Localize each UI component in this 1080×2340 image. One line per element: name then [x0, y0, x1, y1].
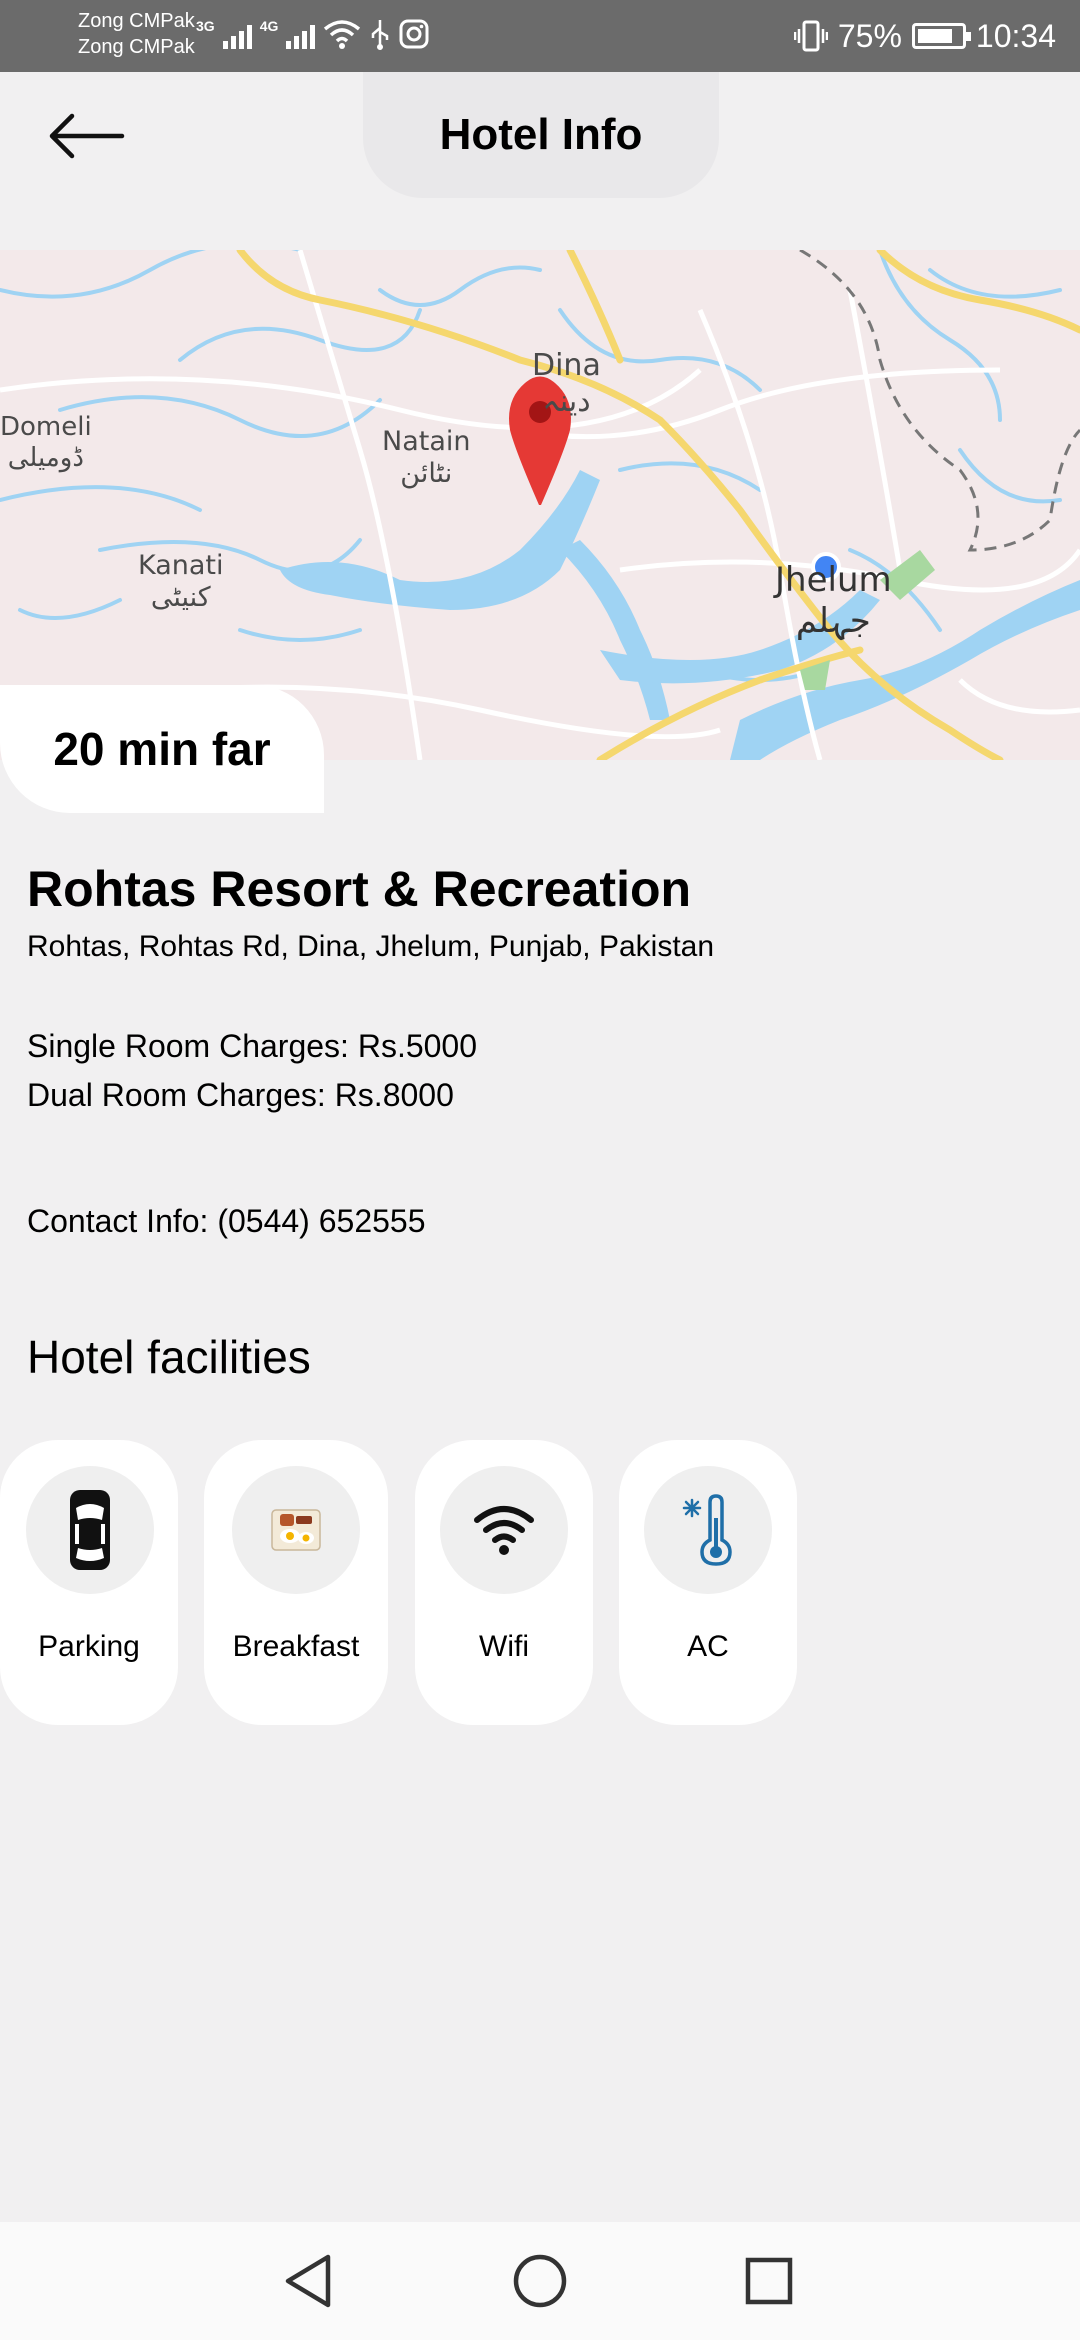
travel-time-card: 20 min far [0, 685, 324, 813]
network-3g-label: 3G [196, 18, 215, 34]
map-label-kanati: Kanati کنیٹی [138, 550, 224, 614]
signal-bars-icon [286, 19, 316, 49]
status-right: 75% 10:34 [793, 0, 1056, 72]
thermometer-snowflake-icon [682, 1494, 732, 1566]
single-room-charges: Single Room Charges: Rs.5000 [27, 1028, 478, 1064]
facility-icon-circle [26, 1466, 154, 1594]
wifi-status-icon [324, 20, 361, 49]
breakfast-icon [271, 1509, 321, 1551]
facility-label: Parking [38, 1630, 140, 1663]
facility-icon-circle [232, 1466, 360, 1594]
instagram-icon [399, 19, 429, 49]
vibrate-icon [793, 20, 828, 52]
facility-icon-circle [440, 1466, 568, 1594]
facility-icon-circle [644, 1466, 772, 1594]
clock: 10:34 [975, 17, 1056, 54]
usb-icon [372, 20, 389, 50]
triangle-back-icon [285, 2254, 331, 2308]
facilities-title: Hotel facilities [27, 1331, 311, 1383]
map-view[interactable]: Dina دینہ Domeli ڈومیلی Natain نٹائن Kan… [0, 250, 1080, 760]
facility-label: Breakfast [232, 1630, 360, 1663]
facility-wifi[interactable]: Wifi [415, 1440, 593, 1725]
hotel-name: Rohtas Resort & Recreation [27, 861, 692, 917]
page-title: Hotel Info [439, 110, 643, 159]
square-recents-icon [745, 2257, 793, 2305]
nav-recents-button[interactable] [734, 2246, 804, 2316]
contact-info[interactable]: Contact Info: (0544) 652555 [27, 1203, 426, 1240]
facility-label: AC [687, 1630, 729, 1663]
signal-bars-icon [222, 19, 252, 49]
arrow-left-icon [49, 113, 125, 159]
system-nav-bar [0, 2222, 1080, 2340]
travel-time-text: 20 min far [53, 723, 271, 775]
map-label-domeli: Domeli ڈومیلی [0, 412, 92, 474]
signal-icons: 3G 4G [196, 14, 429, 54]
carrier-2: Zong CMPak [78, 36, 195, 58]
facility-label: Wifi [479, 1630, 529, 1663]
status-bar: Zong CMPak Zong CMPak 3G 4G 75% 10:34 [0, 0, 1080, 72]
title-pill: Hotel Info [363, 72, 719, 198]
back-button[interactable] [36, 100, 136, 172]
carrier-1: Zong CMPak [78, 10, 195, 32]
network-4g-label: 4G [259, 18, 279, 34]
battery-icon [911, 23, 971, 49]
dual-room-charges: Dual Room Charges: Rs.8000 [27, 1077, 454, 1113]
facility-breakfast[interactable]: Breakfast [204, 1440, 388, 1725]
carrier-labels: Zong CMPak Zong CMPak [78, 8, 195, 60]
wifi-icon [474, 1506, 534, 1555]
map-graphics [0, 250, 1080, 760]
circle-home-icon [513, 2254, 567, 2308]
car-icon [70, 1490, 110, 1570]
nav-home-button[interactable] [505, 2246, 575, 2316]
facility-ac[interactable]: AC [619, 1440, 797, 1725]
map-label-natain: Natain نٹائن [382, 426, 471, 490]
map-label-jhelum: Jhelum جہلم [775, 560, 892, 641]
map-label-dina: Dina دینہ [532, 348, 601, 419]
facility-parking[interactable]: Parking [0, 1440, 178, 1725]
hotel-address: Rohtas, Rohtas Rd, Dina, Jhelum, Punjab,… [27, 930, 715, 963]
nav-back-button[interactable] [273, 2246, 343, 2316]
battery-percent: 75% [837, 17, 902, 54]
